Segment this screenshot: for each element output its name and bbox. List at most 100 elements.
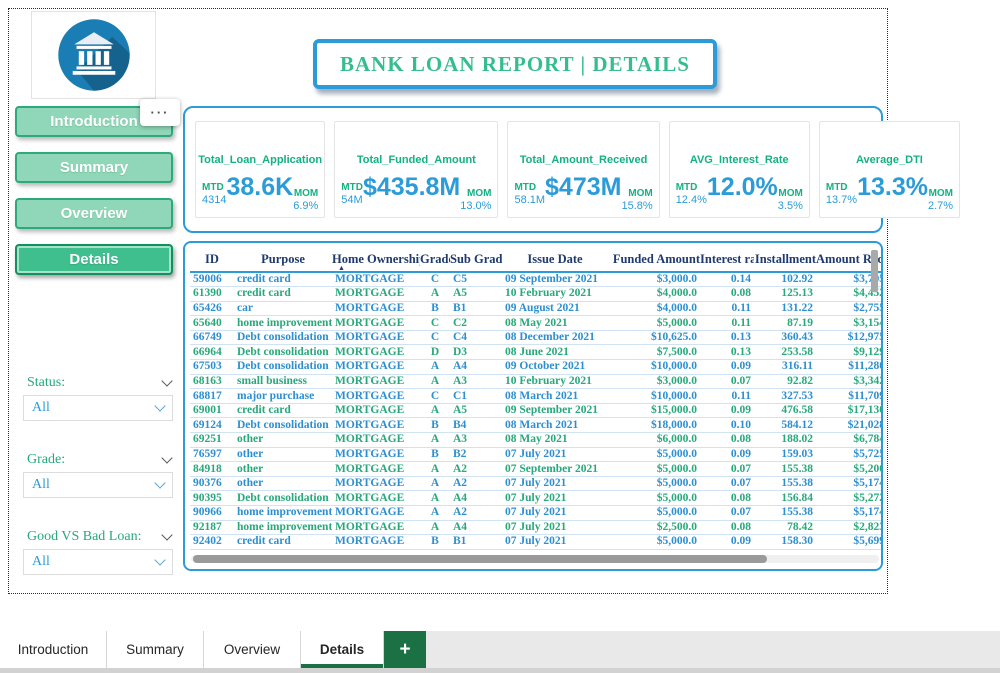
- loan-table-viewport: ID Purpose Home Ownership▲ Grade Sub Gra…: [190, 248, 882, 550]
- chevron-down-icon: [161, 375, 172, 386]
- page-tab-overview[interactable]: Overview: [204, 631, 301, 668]
- kpi-mtd-value: 4314: [202, 194, 226, 206]
- table-cell: $2,755: [816, 301, 882, 316]
- column-header-interest-rate[interactable]: Interest rate: [700, 248, 754, 272]
- column-header-home-ownership[interactable]: Home Ownership▲: [332, 248, 420, 272]
- vertical-scrollbar[interactable]: [871, 250, 878, 292]
- table-row[interactable]: 90376otherMORTGAGEAA207 July 2021$5,000.…: [190, 476, 882, 491]
- table-cell: 0.11: [700, 301, 754, 316]
- table-cell: 158.30: [754, 535, 816, 550]
- horizontal-scrollbar-track[interactable]: [191, 555, 879, 563]
- table-cell: C5: [450, 272, 502, 287]
- table-row[interactable]: 61390credit cardMORTGAGEAA510 February 2…: [190, 287, 882, 302]
- nav-button-summary[interactable]: Summary: [15, 152, 173, 183]
- kpi-card-total-funded-amount[interactable]: Total_Funded_Amount MTD54M $435.8M MOM13…: [334, 121, 498, 218]
- table-row[interactable]: 65426carMORTGAGEBB109 August 2021$4,000.…: [190, 301, 882, 316]
- horizontal-scrollbar-thumb[interactable]: [193, 555, 767, 563]
- filter-status-header[interactable]: Status:: [23, 375, 173, 395]
- column-header-installment[interactable]: Installment: [754, 248, 816, 272]
- filter-grade-dropdown[interactable]: All: [23, 472, 173, 498]
- filter-grade-header[interactable]: Grade:: [23, 452, 173, 472]
- table-row[interactable]: 68163small businessMORTGAGEAA310 Februar…: [190, 374, 882, 389]
- page-tab-summary[interactable]: Summary: [107, 631, 204, 668]
- table-cell: other: [234, 462, 332, 477]
- table-row[interactable]: 66964Debt consolidationMORTGAGEDD308 Jun…: [190, 345, 882, 360]
- table-cell: 08 March 2021: [502, 389, 608, 404]
- table-row[interactable]: 92402credit cardMORTGAGEBB107 July 2021$…: [190, 535, 882, 550]
- table-cell: $5,000.0: [608, 506, 700, 521]
- table-row[interactable]: 66749Debt consolidationMORTGAGECC408 Dec…: [190, 330, 882, 345]
- filter-status-dropdown[interactable]: All: [23, 395, 173, 421]
- table-row[interactable]: 90395Debt consolidationMORTGAGEAA407 Jul…: [190, 491, 882, 506]
- filter-label: Good VS Bad Loan:: [27, 529, 141, 545]
- add-page-button[interactable]: +: [384, 631, 426, 668]
- column-header-id[interactable]: ID: [190, 248, 234, 272]
- table-cell: A2: [450, 549, 502, 550]
- table-cell: Debt consolidation: [234, 491, 332, 506]
- report-title-box: BANK LOAN REPORT | DETAILS: [313, 39, 717, 89]
- nav-button-overview[interactable]: Overview: [15, 198, 173, 229]
- table-cell: MORTGAGE: [332, 462, 420, 477]
- chevron-down-icon: [154, 554, 165, 565]
- table-cell: 0.07: [700, 476, 754, 491]
- table-cell: MORTGAGE: [332, 374, 420, 389]
- table-cell: home improvement: [234, 506, 332, 521]
- column-header-sub-grade[interactable]: Sub Grade: [450, 248, 502, 272]
- table-cell: MORTGAGE: [332, 272, 420, 287]
- table-cell: 66964: [190, 345, 234, 360]
- table-row[interactable]: 59006credit cardMORTGAGECC509 September …: [190, 272, 882, 287]
- filter-good-vs-bad-header[interactable]: Good VS Bad Loan:: [23, 529, 173, 549]
- nav-button-details[interactable]: Details: [15, 244, 173, 275]
- table-row[interactable]: 69251otherMORTGAGEAA308 May 2021$6,000.0…: [190, 433, 882, 448]
- table-row[interactable]: 76597otherMORTGAGEBB207 July 2021$5,000.…: [190, 447, 882, 462]
- column-header-issue-date[interactable]: Issue Date: [502, 248, 608, 272]
- table-cell: Debt consolidation: [234, 345, 332, 360]
- kpi-mom-value: 2.7%: [928, 200, 953, 212]
- filter-good-vs-bad-dropdown[interactable]: All: [23, 549, 173, 575]
- table-row[interactable]: 69124Debt consolidationMORTGAGEBB408 Mar…: [190, 418, 882, 433]
- table-cell: $5,000.0: [608, 491, 700, 506]
- table-cell: 0.08: [700, 287, 754, 302]
- column-header-purpose[interactable]: Purpose: [234, 248, 332, 272]
- kpi-card-average-dti[interactable]: Average_DTI MTD13.7% 13.3% MOM2.7%: [819, 121, 960, 218]
- nav-label: Introduction: [50, 113, 137, 130]
- more-options-button[interactable]: ···: [140, 99, 180, 126]
- table-cell: 159.03: [754, 447, 816, 462]
- filter-value: All: [32, 554, 50, 570]
- table-cell: 155.38: [754, 462, 816, 477]
- table-row[interactable]: 69001credit cardMORTGAGEAA509 September …: [190, 403, 882, 418]
- table-row[interactable]: 84918otherMORTGAGEAA207 September 2021$5…: [190, 462, 882, 477]
- kpi-card-total-loan-application[interactable]: Total_Loan_Application MTD4314 38.6K MOM…: [195, 121, 325, 218]
- filter-good-vs-bad-loan: Good VS Bad Loan: All: [23, 529, 173, 575]
- table-cell: B: [420, 535, 450, 550]
- table-row[interactable]: 92440vacationMORTGAGEAA207 July 2021$5,0…: [190, 549, 882, 550]
- page-tab-details[interactable]: Details: [301, 631, 384, 668]
- kpi-card-avg-interest-rate[interactable]: AVG_Interest_Rate MTD12.4% 12.0% MOM3.5%: [669, 121, 810, 218]
- table-row[interactable]: 68817major purchaseMORTGAGECC108 March 2…: [190, 389, 882, 404]
- table-cell: $18,000.0: [608, 418, 700, 433]
- table-cell: 92440: [190, 549, 234, 550]
- table-cell: $11,709: [816, 389, 882, 404]
- table-cell: C: [420, 330, 450, 345]
- table-cell: 61390: [190, 287, 234, 302]
- table-cell: MORTGAGE: [332, 360, 420, 375]
- column-header-funded-amount[interactable]: Funded Amount: [608, 248, 700, 272]
- loan-table-body: 59006credit cardMORTGAGECC509 September …: [190, 272, 882, 550]
- table-cell: $6,000.0: [608, 433, 700, 448]
- kpi-mtd-label: MTD: [202, 182, 226, 194]
- column-header-grade[interactable]: Grade: [420, 248, 450, 272]
- table-cell: 07 July 2021: [502, 506, 608, 521]
- table-row[interactable]: 92187home improvementMORTGAGEAA407 July …: [190, 520, 882, 535]
- page-tab-introduction[interactable]: Introduction: [0, 631, 107, 668]
- table-cell: MORTGAGE: [332, 418, 420, 433]
- table-cell: credit card: [234, 272, 332, 287]
- filter-grade: Grade: All: [23, 452, 173, 498]
- table-row[interactable]: 67503Debt consolidationMORTGAGEAA409 Oct…: [190, 360, 882, 375]
- table-row[interactable]: 90966home improvementMORTGAGEAA207 July …: [190, 506, 882, 521]
- table-cell: other: [234, 476, 332, 491]
- kpi-card-total-amount-received[interactable]: Total_Amount_Received MTD58.1M $473M MOM…: [507, 121, 659, 218]
- table-row[interactable]: 65640home improvementMORTGAGECC208 May 2…: [190, 316, 882, 331]
- table-cell: 0.08: [700, 433, 754, 448]
- table-cell: D3: [450, 345, 502, 360]
- table-cell: A5: [450, 403, 502, 418]
